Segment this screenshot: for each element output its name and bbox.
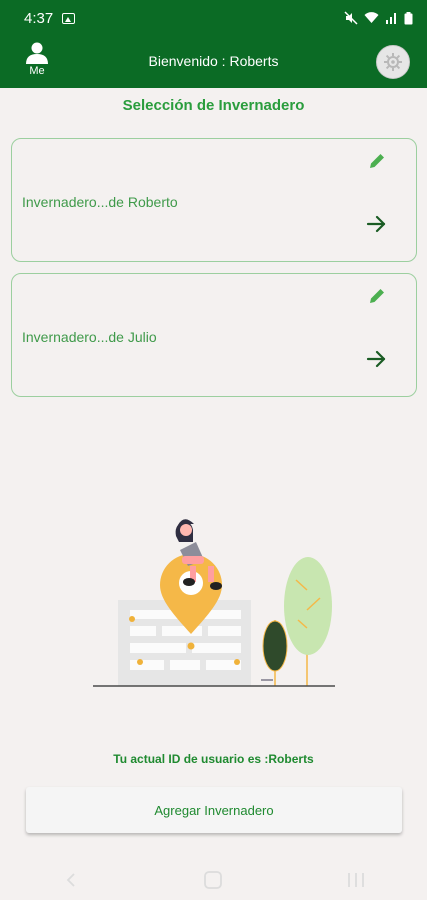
me-label: Me: [29, 65, 45, 77]
status-bar: 4:37: [0, 0, 427, 36]
home-square-icon: [204, 871, 223, 889]
user-id-text: Tu actual ID de usuario es :Roberts: [113, 752, 314, 766]
mute-icon: [344, 11, 358, 25]
nav-home-button[interactable]: [198, 870, 228, 890]
status-icons: [344, 11, 413, 25]
arrow-right-icon[interactable]: [365, 213, 387, 235]
wifi-icon: [364, 12, 379, 23]
signal-icon: [386, 13, 396, 24]
nav-recents-button[interactable]: [341, 870, 371, 890]
back-chevron-icon: [66, 873, 75, 887]
greenhouse-card[interactable]: Invernadero...de Julio: [11, 273, 417, 397]
user-icon: [26, 42, 48, 64]
arrow-right-icon[interactable]: [365, 348, 387, 370]
recents-icon: [347, 873, 364, 887]
greenhouse-name: Invernadero...de Julio: [22, 329, 157, 345]
status-time: 4:37: [24, 9, 54, 27]
me-button[interactable]: Me: [20, 42, 54, 84]
settings-button[interactable]: [376, 45, 410, 79]
edit-pencil-icon[interactable]: [367, 151, 387, 171]
location-illustration: [93, 519, 335, 687]
gear-icon: [384, 53, 402, 71]
image-notification-icon: [62, 12, 76, 24]
app-bar: Me Bienvenido : Roberts: [0, 36, 427, 88]
add-greenhouse-button[interactable]: Agregar Invernadero: [26, 787, 402, 833]
navigation-bar: [0, 860, 427, 900]
edit-pencil-icon[interactable]: [367, 286, 387, 306]
section-title: Selección de Invernadero: [122, 97, 305, 114]
greenhouse-name: Invernadero...de Roberto: [22, 194, 178, 210]
nav-back-button[interactable]: [56, 870, 86, 890]
welcome-title: Bienvenido : Roberts: [148, 53, 279, 69]
greenhouse-card[interactable]: Invernadero...de Roberto: [11, 138, 417, 262]
battery-icon: [404, 11, 413, 24]
